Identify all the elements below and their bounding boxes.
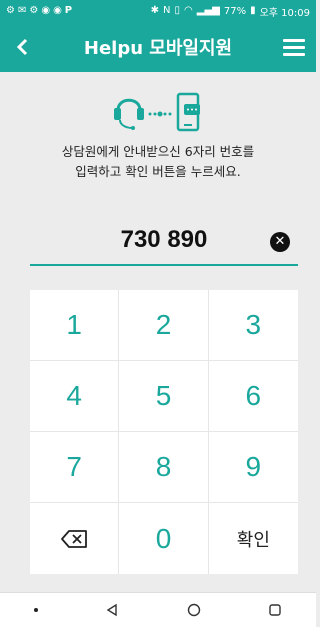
- clear-circle-icon: ✕: [274, 234, 286, 249]
- battery-icon: ▮: [250, 5, 256, 16]
- battery-percent: 77%: [223, 5, 247, 17]
- backspace-icon: [61, 529, 88, 548]
- notification-icon: P: [64, 5, 73, 16]
- key-8[interactable]: 8: [119, 432, 209, 503]
- key-5[interactable]: 5: [119, 361, 209, 432]
- page-title: Helpu 모바일지원: [83, 38, 233, 59]
- notification-icon: ⚙: [6, 5, 15, 16]
- key-7[interactable]: 7: [30, 432, 120, 503]
- status-system-icons: ✱ N ▯ ◠ ▂▄▆ 77% ▮ 오후 10:09: [151, 4, 310, 19]
- clear-button[interactable]: ✕: [270, 232, 290, 252]
- hamburger-icon: [283, 38, 305, 42]
- key-6[interactable]: 6: [208, 361, 298, 432]
- status-notification-icons: ⚙ ✉ ⚙ ◉ ◉ P: [6, 6, 72, 16]
- support-illustration: [0, 84, 316, 134]
- instruction-line-1: 상담원에게 안내받으신 6자리 번호를: [61, 144, 255, 159]
- key-4[interactable]: 4: [30, 361, 120, 432]
- back-button[interactable]: [0, 22, 44, 72]
- system-nav-bar: [0, 592, 316, 627]
- signal-icon: ▂▄▆: [196, 5, 220, 16]
- app-bar: Helpu 모바일지원: [0, 22, 316, 72]
- menu-button[interactable]: [272, 22, 316, 72]
- code-value: 730 890: [120, 226, 208, 253]
- key-3[interactable]: 3: [208, 290, 298, 361]
- key-0[interactable]: 0: [119, 503, 209, 574]
- chevron-left-icon: [16, 38, 28, 56]
- status-bar: ⚙ ✉ ⚙ ◉ ◉ P ✱ N ▯ ◠ ▂▄▆ 77% ▮ 오후 10:09: [0, 0, 316, 22]
- connection-dots-icon: [148, 111, 172, 117]
- wifi-icon: ◠: [184, 5, 193, 16]
- home-nav-icon[interactable]: [187, 603, 201, 617]
- status-time: 오후 10:09: [259, 7, 310, 19]
- notification-icon: ✉: [17, 5, 27, 16]
- headset-icon: [114, 98, 144, 130]
- numeric-keypad: 1 2 3 4 5 6 7 8 9 0 확인: [30, 290, 298, 574]
- support-illustration-svg: [114, 92, 200, 132]
- instruction-line-2: 입력하고 확인 버튼을 누르세요.: [75, 164, 241, 179]
- phone-chat-icon: [176, 92, 200, 132]
- bluetooth-icon: ✱: [150, 5, 160, 16]
- confirm-button[interactable]: 확인: [209, 503, 298, 574]
- notification-icon: ◉: [41, 5, 51, 16]
- back-nav-icon[interactable]: [105, 603, 119, 617]
- vibrate-icon: ▯: [174, 5, 181, 16]
- nav-dot-icon: [33, 608, 38, 612]
- backspace-key[interactable]: [30, 503, 120, 574]
- notification-icon: ◉: [53, 5, 62, 16]
- instruction-text: 상담원에게 안내받으신 6자리 번호를 입력하고 확인 버튼을 누르세요.: [10, 142, 306, 182]
- code-input-field[interactable]: 730 890 ✕: [30, 220, 298, 266]
- key-1[interactable]: 1: [30, 290, 120, 361]
- nfc-icon: N: [163, 5, 171, 16]
- key-2[interactable]: 2: [119, 290, 209, 361]
- recents-nav-icon[interactable]: [268, 603, 282, 617]
- notification-icon: ⚙: [29, 5, 39, 16]
- key-9[interactable]: 9: [208, 432, 298, 503]
